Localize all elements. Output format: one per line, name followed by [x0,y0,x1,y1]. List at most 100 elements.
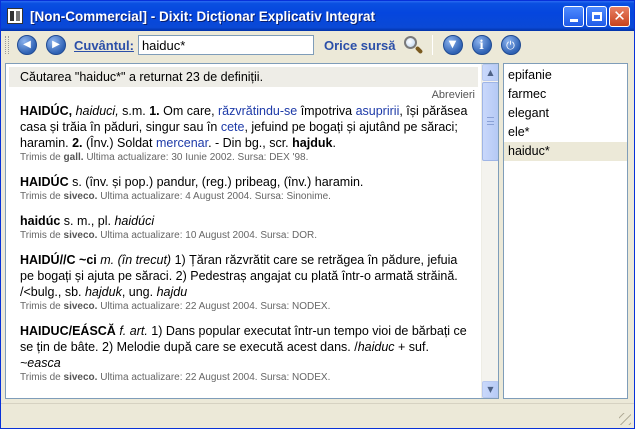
window-title: [Non-Commercial] - Dixit: Dicționar Expl… [30,8,376,24]
definition-link[interactable]: cete [221,120,245,134]
definition-meta: Trimis de siveco. Ultima actualizare: 22… [9,300,478,314]
definition-item: HAIDÚC, haiduci, s.m. 1. Om care, răzvră… [9,103,478,151]
definition-headword: HAIDÚC, [20,104,73,118]
meta-author[interactable]: siveco. [64,372,98,383]
meta-prefix: Trimis de [20,191,64,202]
history-item[interactable]: farmec [504,85,627,104]
chevron-up-icon: ▲ [487,68,494,77]
meta-details: Ultima actualizare: 22 August 2004. Surs… [97,301,331,312]
scroll-down-button[interactable]: ▼ [482,381,498,398]
definition-headword: HAIDUC/EÁSCĂ [20,324,116,338]
power-icon: ⏻ [506,38,515,52]
definition-headword: HAIDÚ//C ~ci [20,253,97,267]
abbreviations-link-text[interactable]: Abrevieri [432,89,475,101]
definition-text: hajduk [292,136,333,150]
results-content: Căutarea "haiduc*" a returnat 23 de defi… [6,64,482,398]
minimize-icon [569,19,578,22]
scroll-up-button[interactable]: ▲ [482,64,498,81]
definition-headword: haidúc [20,214,61,228]
meta-prefix: Trimis de [20,152,64,163]
toolbar: ◀ ▶ Cuvântul: Orice sursă ▼ i ⏻ [1,31,634,59]
maximize-button[interactable] [586,6,607,27]
word-label: Cuvântul: [74,37,134,53]
meta-author[interactable]: gall. [64,152,84,163]
definition-meta: Trimis de siveco. Ultima actualizare: 22… [9,371,478,385]
definition-text: + suf. [394,340,429,354]
definition-item: HAIDÚ//C ~ci m. (în trecut) 1) Țăran răz… [9,252,478,300]
meta-details: Ultima actualizare: 10 August 2004. Surs… [97,230,318,241]
definition-text: hajduk [84,285,122,299]
title-bar[interactable]: [Non-Commercial] - Dixit: Dicționar Expl… [1,1,634,31]
definition-link[interactable]: asupririi [356,104,400,118]
definition-text: s.m. [118,104,150,118]
meta-prefix: Trimis de [20,301,64,312]
arrow-right-icon: ▶ [52,39,60,50]
history-item[interactable]: epifanie [504,66,627,85]
history-item[interactable]: ele* [504,123,627,142]
back-button[interactable]: ◀ [17,35,37,55]
definition-item: HAIDUC/EÁSCĂ f. art. 1) Dans popular exe… [9,323,478,371]
meta-author[interactable]: siveco. [64,191,98,202]
source-selector[interactable]: Orice sursă [324,38,396,53]
definition-text: hajdu [156,285,188,299]
close-button[interactable]: ✕ [609,6,630,27]
definition-text: Om care, [159,104,219,118]
definition-text: s. (înv. și pop.) pandur, (reg.) pribeag… [68,175,364,189]
definition-text: haiduci, [75,104,119,118]
info-button[interactable]: i [471,35,492,55]
definition-text: . [332,136,336,150]
meta-prefix: Trimis de [20,372,64,383]
arrow-left-icon: ◀ [23,39,31,50]
info-icon: i [479,38,484,52]
definition-meta: Trimis de siveco. Ultima actualizare: 4 … [9,190,478,204]
meta-details: Ultima actualizare: 4 August 2004. Sursa… [97,191,331,202]
definition-text: . - Din bg., scr. [208,136,293,150]
definition-text: (Înv.) Soldat [82,136,156,150]
search-input[interactable] [137,35,314,55]
grip-icon [487,117,494,125]
meta-author[interactable]: siveco. [64,230,98,241]
definition-headword: HAIDÚC [20,175,69,189]
resize-grip-icon[interactable] [619,413,631,425]
definition-text: haiduc [357,340,395,354]
app-window: [Non-Commercial] - Dixit: Dicționar Expl… [0,0,635,429]
definition-item: haidúc s. m., pl. haidúci [9,213,478,229]
funnel-icon: ▼ [448,39,457,50]
chevron-down-icon: ▼ [487,385,494,394]
definition-text: 1. [149,104,160,118]
filter-button[interactable]: ▼ [442,35,463,55]
meta-author[interactable]: siveco. [64,301,98,312]
forward-button[interactable]: ▶ [46,35,66,55]
results-pane[interactable]: Căutarea "haiduc*" a returnat 23 de defi… [5,63,499,399]
history-item[interactable]: elegant [504,104,627,123]
definition-text: m. (în trecut) [100,253,172,267]
definition-text: împotriva [297,104,356,118]
toolbar-grip[interactable] [5,36,9,54]
definition-meta: Trimis de siveco. Ultima actualizare: 10… [9,229,478,243]
results-summary: Căutarea "haiduc*" a returnat 23 de defi… [9,67,478,87]
meta-prefix: Trimis de [20,230,64,241]
definition-meta: Trimis de gall. Ultima actualizare: 30 I… [9,151,478,165]
close-icon: ✕ [613,7,626,25]
results-scrollbar[interactable]: ▲ ▼ [481,64,498,398]
maximize-icon [591,12,602,21]
exit-button[interactable]: ⏻ [500,35,521,55]
meta-details: Ultima actualizare: 30 Iunie 2002. Sursa… [83,152,309,163]
definition-text: , ung. [121,285,157,299]
definition-text: haidúci [114,214,155,228]
search-button[interactable] [402,34,424,56]
meta-details: Ultima actualizare: 22 August 2004. Surs… [97,372,331,383]
definition-text: s. m., pl. [60,214,115,228]
definition-text: ~easca [20,356,61,370]
app-icon[interactable] [7,8,23,24]
history-item-selected[interactable]: haiduc* [504,142,627,161]
definition-item: HAIDÚC s. (înv. și pop.) pandur, (reg.) … [9,174,478,190]
minimize-button[interactable] [563,6,584,27]
abbreviations-link[interactable]: Abrevieri [9,87,478,103]
definition-link[interactable]: răzvrătindu-se [218,104,297,118]
definition-text: f. art. [119,324,148,338]
history-list[interactable]: epifanie farmec elegant ele* haiduc* [503,63,628,399]
scroll-thumb[interactable] [482,82,498,161]
definition-link[interactable]: mercenar [156,136,208,150]
definition-text: 2. [72,136,83,150]
